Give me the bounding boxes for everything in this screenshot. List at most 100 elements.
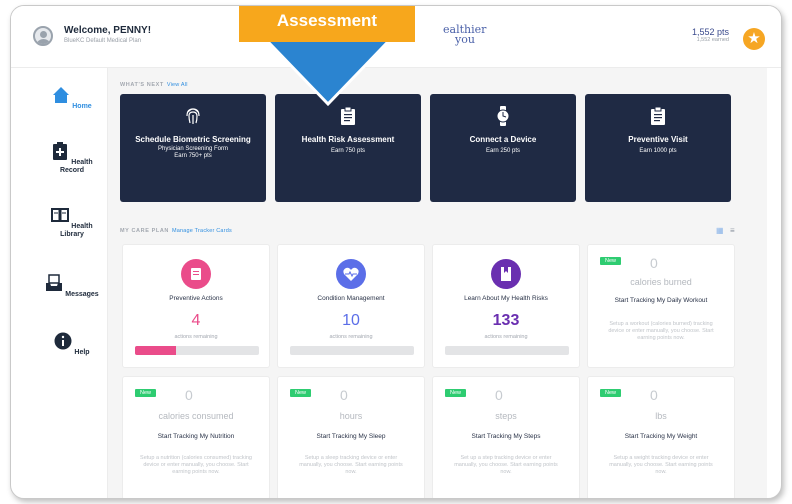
tracker-description: Setup a sleep tracking device or enter m… bbox=[299, 455, 403, 475]
sidebar-item-label: Help bbox=[74, 349, 90, 356]
app-window: Welcome, PENNY! BlueKC Default Medical P… bbox=[10, 5, 782, 499]
tracker-value: 0 bbox=[340, 387, 348, 403]
tracker-title: Start Tracking My Nutrition bbox=[157, 433, 235, 440]
next-card-points: Earn 750+ pts bbox=[174, 153, 212, 159]
sidebar-item-label: Messages bbox=[65, 291, 99, 298]
care-card-value: 10 bbox=[342, 312, 360, 329]
tracker-value: 0 bbox=[185, 387, 193, 403]
care-card-remaining: actions remaining bbox=[329, 334, 373, 340]
tracker-unit: hours bbox=[339, 411, 363, 421]
next-card-title: Connect a Device bbox=[469, 135, 537, 144]
tracker-title: Start Tracking My Steps bbox=[471, 433, 541, 440]
tracker-title: Start Tracking My Sleep bbox=[316, 433, 386, 440]
star-icon[interactable]: ★ bbox=[743, 28, 765, 50]
clipboard-plus-icon bbox=[53, 142, 68, 160]
watch-icon bbox=[496, 106, 510, 126]
view-all-link[interactable]: View All bbox=[167, 82, 188, 88]
tracker-value: 0 bbox=[495, 387, 503, 403]
manage-tracker-cards-link[interactable]: Manage Tracker Cards bbox=[172, 228, 232, 234]
sidebar-item-health-record[interactable]: Health Record bbox=[45, 142, 99, 175]
next-card-subtitle: Physician Screening Form bbox=[157, 146, 229, 152]
tracker-card-steps[interactable]: New 0 steps Start Tracking My Steps Set … bbox=[432, 376, 580, 498]
plan-name: BlueKC Default Medical Plan bbox=[64, 38, 142, 44]
avatar[interactable] bbox=[33, 26, 53, 46]
book-bookmark-icon bbox=[491, 259, 521, 289]
sidebar-item-help[interactable]: Help bbox=[45, 332, 99, 357]
sidebar-item-health-library[interactable]: Health Library bbox=[45, 206, 99, 239]
points-earned: 1,552 earned bbox=[696, 37, 729, 43]
tracker-card-nutrition[interactable]: New 0 calories consumed Start Tracking M… bbox=[122, 376, 270, 498]
new-badge: New bbox=[290, 389, 312, 397]
next-card-preventive-visit[interactable]: Preventive Visit Earn 1000 pts bbox=[585, 94, 731, 202]
tracker-title: Start Tracking My Daily Workout bbox=[614, 297, 708, 304]
tracker-description: Setup a weight tracking device or enter … bbox=[609, 455, 713, 475]
tracker-description: Setup a nutrition (calories consumed) tr… bbox=[140, 455, 252, 475]
next-card-title: Health Risk Assessment bbox=[301, 135, 395, 144]
new-badge: New bbox=[135, 389, 157, 397]
next-card-health-risk-assessment[interactable]: Health Risk Assessment Earn 750 pts bbox=[275, 94, 421, 202]
sidebar: Home Health Record Health Library Messag… bbox=[11, 68, 107, 498]
list-view-icon[interactable]: ≡ bbox=[730, 226, 735, 235]
sidebar-item-label: Health Record bbox=[59, 159, 93, 174]
tracker-card-weight[interactable]: New 0 lbs Start Tracking My Weight Setup… bbox=[587, 376, 735, 498]
tracker-card-sleep[interactable]: New 0 hours Start Tracking My Sleep Setu… bbox=[277, 376, 425, 498]
progress-bar bbox=[445, 346, 569, 355]
care-card-title: Preventive Actions bbox=[169, 295, 223, 302]
care-card-preventive-actions[interactable]: Preventive Actions 4 actions remaining bbox=[122, 244, 270, 368]
main-content: WHAT'S NEXT View All Schedule Biometric S… bbox=[107, 68, 767, 498]
sidebar-item-messages[interactable]: Messages bbox=[45, 274, 99, 299]
tracker-description: Set up a step tracking device or enter m… bbox=[454, 455, 558, 475]
whats-next-label: WHAT'S NEXT bbox=[120, 82, 164, 88]
progress-bar bbox=[135, 346, 259, 355]
tracker-description: Setup a workout (calories burned) tracki… bbox=[608, 321, 714, 341]
new-badge: New bbox=[600, 257, 622, 265]
tracker-value: 0 bbox=[650, 387, 658, 403]
points-summary: 1,552 pts 1,552 earned bbox=[692, 27, 729, 43]
next-card-title: Preventive Visit bbox=[628, 135, 688, 144]
sidebar-item-label: Health Library bbox=[60, 223, 93, 238]
next-card-biometric[interactable]: Schedule Biometric Screening Physician S… bbox=[120, 94, 266, 202]
care-card-condition-management[interactable]: Condition Management 10 actions remainin… bbox=[277, 244, 425, 368]
care-card-remaining: actions remaining bbox=[174, 334, 218, 340]
inbox-icon bbox=[46, 274, 63, 291]
tracker-unit: steps bbox=[495, 411, 517, 421]
care-card-remaining: actions remaining bbox=[484, 334, 528, 340]
tracker-unit: calories burned bbox=[630, 277, 692, 287]
care-card-value: 133 bbox=[492, 312, 520, 329]
info-icon bbox=[54, 332, 72, 350]
care-card-value: 4 bbox=[191, 312, 201, 329]
tracker-card-workout[interactable]: New 0 calories burned Start Tracking My … bbox=[587, 244, 735, 368]
progress-bar bbox=[290, 346, 414, 355]
points-total: 1,552 pts bbox=[691, 27, 729, 37]
sidebar-item-label: Home bbox=[72, 103, 92, 110]
next-card-points: Earn 1000 pts bbox=[639, 148, 677, 154]
tracker-unit: lbs bbox=[655, 411, 667, 421]
tracker-title: Start Tracking My Weight bbox=[624, 433, 698, 440]
whats-next-header: WHAT'S NEXT View All bbox=[120, 82, 188, 88]
fingerprint-icon bbox=[186, 108, 200, 124]
tracker-value: 0 bbox=[650, 255, 658, 271]
grid-view-icon[interactable]: ▦ bbox=[716, 226, 724, 235]
care-card-health-risks[interactable]: Learn About My Health Risks 133 actions … bbox=[432, 244, 580, 368]
care-card-title: Learn About My Health Risks bbox=[464, 295, 548, 302]
calendar-icon bbox=[181, 259, 211, 289]
logo-text-you: you bbox=[455, 33, 475, 46]
book-icon bbox=[51, 208, 70, 222]
welcome-text: Welcome, PENNY! bbox=[64, 25, 152, 36]
heart-pulse-icon bbox=[336, 259, 366, 289]
home-icon bbox=[53, 87, 70, 103]
care-plan-header: MY CARE PLAN Manage Tracker Cards bbox=[120, 228, 232, 234]
new-badge: New bbox=[600, 389, 622, 397]
next-card-connect-device[interactable]: Connect a Device Earn 250 pts bbox=[430, 94, 576, 202]
new-badge: New bbox=[445, 389, 467, 397]
tracker-unit: calories consumed bbox=[158, 411, 234, 421]
clipboard-icon bbox=[651, 106, 665, 125]
progress-fill bbox=[135, 346, 176, 355]
care-card-title: Condition Management bbox=[317, 295, 385, 302]
next-card-points: Earn 750 pts bbox=[330, 148, 366, 154]
next-card-points: Earn 250 pts bbox=[485, 148, 521, 154]
next-card-title: Schedule Biometric Screening bbox=[135, 135, 251, 144]
sidebar-item-home[interactable]: Home bbox=[45, 86, 99, 111]
care-plan-label: MY CARE PLAN bbox=[120, 228, 169, 234]
healthier-you-logo[interactable]: ealthier you bbox=[443, 24, 486, 46]
